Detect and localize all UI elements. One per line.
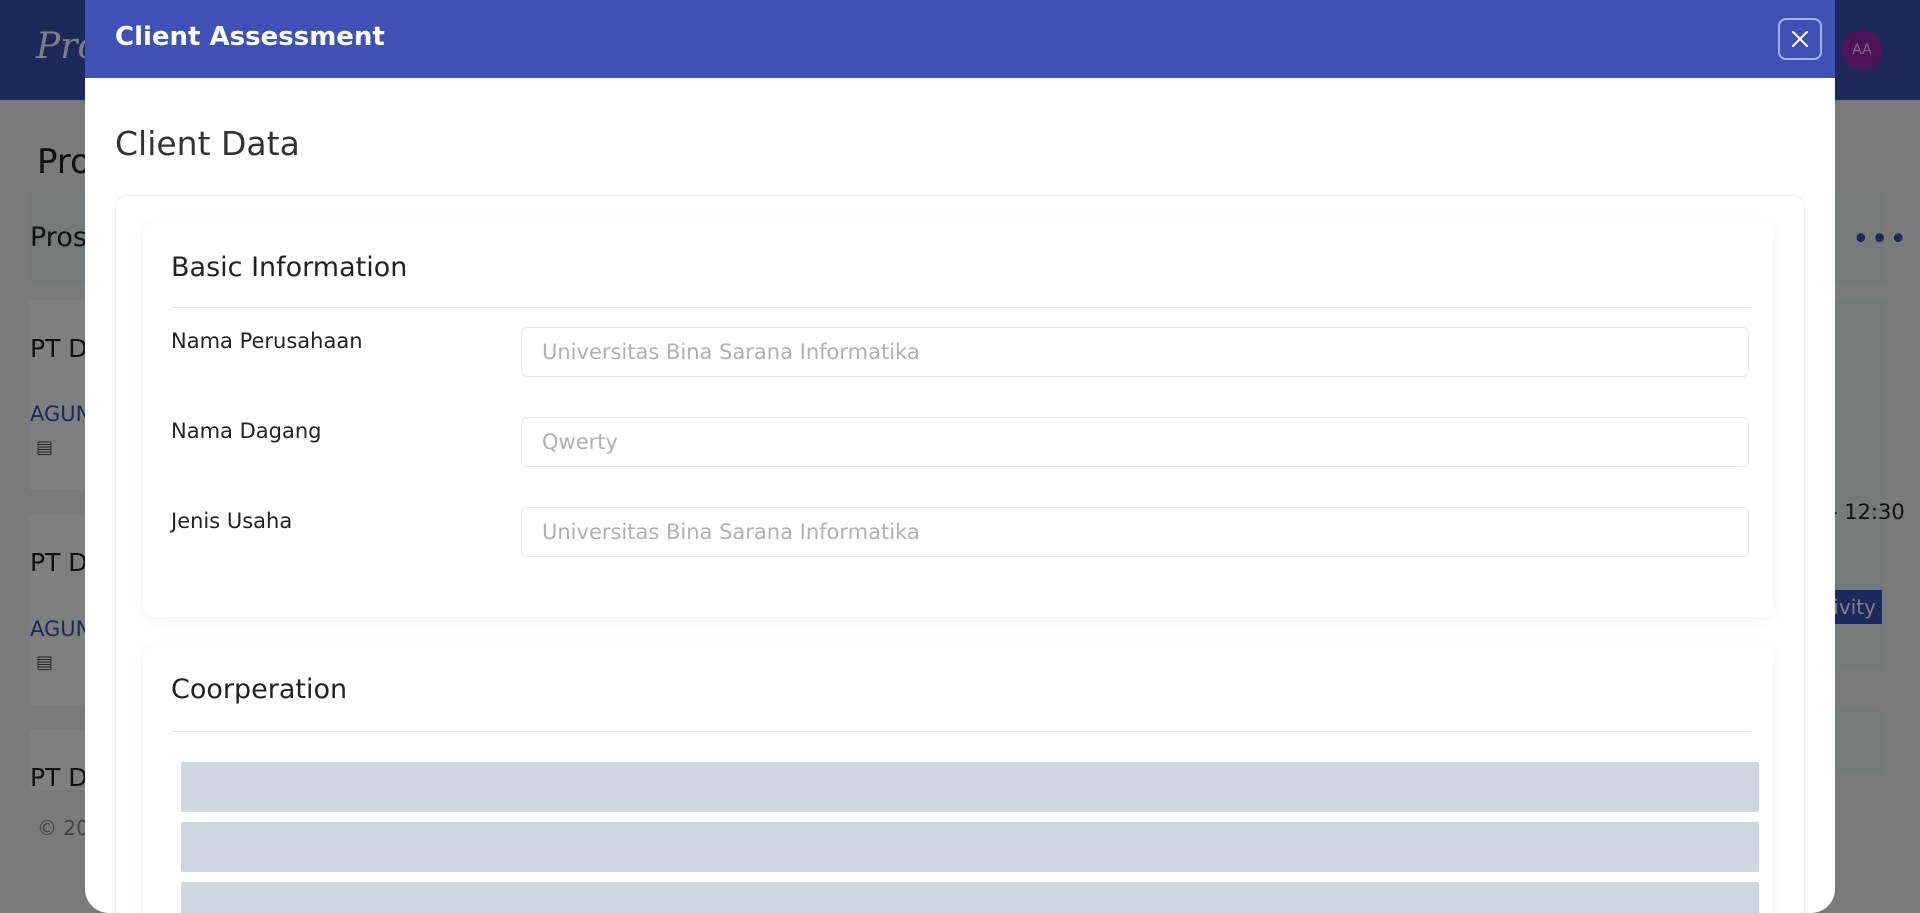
modal-header: Client Assessment bbox=[85, 0, 1835, 78]
close-button[interactable] bbox=[1778, 18, 1822, 60]
section-heading: Coorperation bbox=[171, 674, 348, 705]
modal-title: Client Assessment bbox=[115, 22, 385, 52]
close-icon bbox=[1792, 31, 1808, 47]
loading-skeleton-row bbox=[181, 882, 1759, 913]
basic-information-section: Basic Information Nama Perusahaan Nama D… bbox=[143, 222, 1773, 617]
loading-skeleton-row bbox=[181, 762, 1759, 812]
client-assessment-modal: Client Assessment Client Data Basic Info… bbox=[85, 0, 1835, 913]
cooperation-section: Coorperation bbox=[143, 646, 1773, 913]
client-data-heading: Client Data bbox=[115, 124, 300, 163]
nama-perusahaan-input[interactable] bbox=[521, 327, 1749, 377]
field-label-nama-dagang: Nama Dagang bbox=[171, 419, 322, 443]
section-heading: Basic Information bbox=[171, 252, 408, 283]
section-divider bbox=[171, 731, 1751, 732]
field-label-jenis-usaha: Jenis Usaha bbox=[171, 509, 293, 533]
loading-skeleton-row bbox=[181, 822, 1759, 872]
jenis-usaha-input[interactable] bbox=[521, 507, 1749, 557]
field-label-nama-perusahaan: Nama Perusahaan bbox=[171, 329, 363, 353]
nama-dagang-input[interactable] bbox=[521, 417, 1749, 467]
section-divider bbox=[171, 307, 1751, 308]
